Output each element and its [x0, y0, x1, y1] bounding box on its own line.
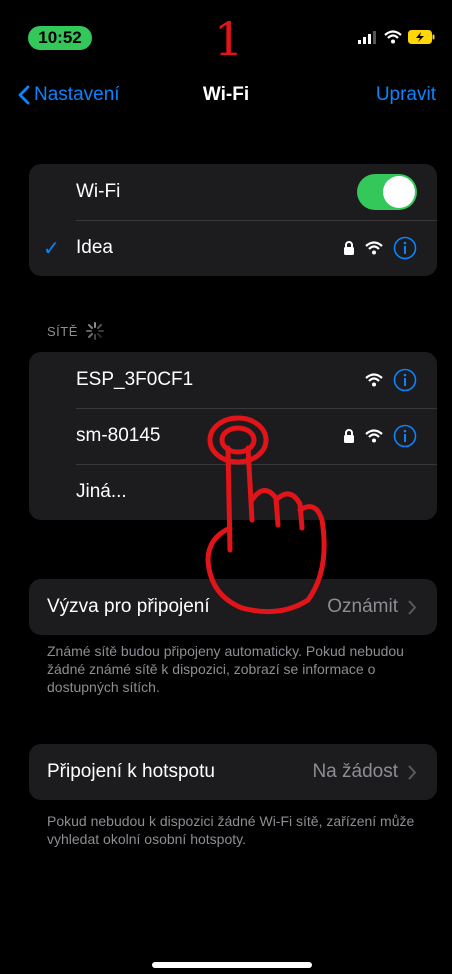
wifi-card: Wi-Fi ✓ Idea — [29, 164, 437, 276]
checkmark-icon: ✓ — [43, 237, 60, 260]
network-name: sm-80145 — [76, 425, 161, 446]
chevron-right-icon — [408, 765, 416, 779]
info-icon[interactable] — [393, 236, 417, 260]
tap-hand-icon — [205, 415, 327, 615]
lock-icon — [344, 428, 354, 443]
hotspot-label: Připojení k hotspotu — [47, 761, 215, 782]
info-icon[interactable] — [393, 424, 417, 448]
wifi-toggle-row: Wi-Fi — [29, 164, 437, 220]
networks-header: SÍTĚ — [47, 322, 104, 340]
wifi-toggle[interactable] — [357, 174, 417, 210]
status-icons — [358, 30, 436, 44]
hotspot-row[interactable]: Připojení k hotspotu Na žádost — [29, 744, 437, 800]
battery-charging-icon — [408, 30, 435, 44]
time: 10:52 — [28, 26, 92, 50]
signal-icon — [358, 31, 376, 44]
loading-spinner-icon — [85, 322, 104, 340]
ask-to-join-value: Oznámit — [327, 596, 417, 618]
wifi-status-icon — [384, 30, 402, 44]
ask-to-join-label: Výzva pro připojení — [47, 596, 210, 617]
home-indicator[interactable] — [152, 962, 312, 968]
status-bar: 10:52 1 — [0, 0, 452, 64]
step-number: 1 — [214, 12, 244, 66]
networks-header-label: SÍTĚ — [47, 323, 78, 339]
info-icon[interactable] — [393, 368, 417, 392]
hotspot-value: Na žádost — [312, 761, 417, 783]
nav-bar: Nastavení Wi-Fi Upravit — [0, 80, 452, 116]
connected-network-name: Idea — [76, 237, 113, 258]
wifi-signal-icon — [365, 373, 383, 387]
edit-button[interactable]: Upravit — [376, 84, 436, 106]
other-network-label: Jiná... — [76, 481, 127, 502]
hotspot-card: Připojení k hotspotu Na žádost — [29, 744, 437, 800]
hotspot-footer: Pokud nebudou k dispozici žádné Wi-Fi sí… — [47, 813, 415, 847]
wifi-signal-icon — [365, 429, 383, 443]
wifi-signal-icon — [365, 241, 383, 255]
wifi-label: Wi-Fi — [76, 181, 121, 202]
ask-to-join-footer: Známé sítě budou připojeny automaticky. … — [47, 643, 404, 695]
chevron-right-icon — [408, 600, 416, 614]
lock-icon — [344, 240, 354, 255]
network-name: ESP_3F0CF1 — [76, 369, 194, 390]
connected-network-row[interactable]: ✓ Idea — [29, 220, 437, 276]
hotspot-value-text: Na žádost — [312, 761, 398, 782]
